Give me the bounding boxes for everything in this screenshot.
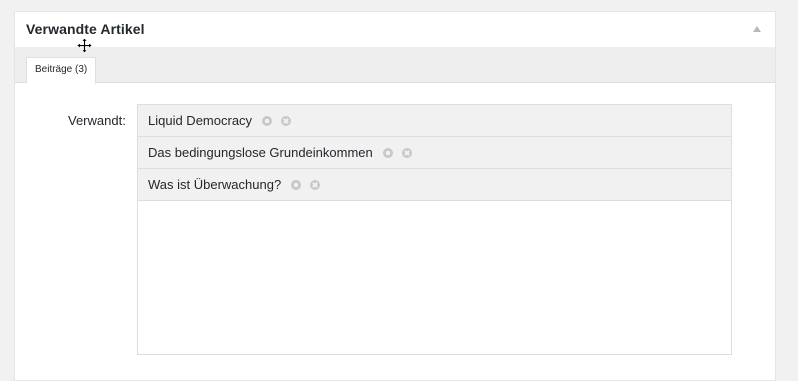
tabs-bar: Beiträge (3) <box>15 48 775 84</box>
drag-handle-icon[interactable] <box>291 179 302 190</box>
drag-handle-icon[interactable] <box>262 115 273 126</box>
list-item[interactable]: Liquid Democracy <box>138 105 731 137</box>
list-item-title: Was ist Überwachung? <box>148 177 282 192</box>
list-item[interactable]: Das bedingungslose Grundeinkommen <box>138 137 731 169</box>
tab-posts[interactable]: Beiträge (3) <box>26 57 97 84</box>
metabox-header[interactable]: Verwandte Artikel <box>15 12 775 48</box>
list-item[interactable]: Was ist Überwachung? <box>138 169 731 201</box>
move-cursor-icon <box>77 38 92 53</box>
related-articles-metabox: Verwandte Artikel Beiträge (3) Verwandt:… <box>14 11 776 381</box>
related-field-label: Verwandt: <box>68 113 126 128</box>
list-item-title: Liquid Democracy <box>148 113 253 128</box>
related-items-list[interactable]: Liquid Democracy Das bedingungslose Grun… <box>137 104 732 355</box>
drag-handle-icon[interactable] <box>382 147 393 158</box>
list-item-title: Das bedingungslose Grundeinkommen <box>148 145 373 160</box>
remove-icon[interactable] <box>310 179 321 190</box>
collapse-toggle-icon[interactable] <box>753 26 761 32</box>
metabox-title: Verwandte Artikel <box>26 21 145 37</box>
remove-icon[interactable] <box>401 147 412 158</box>
remove-icon[interactable] <box>281 115 292 126</box>
